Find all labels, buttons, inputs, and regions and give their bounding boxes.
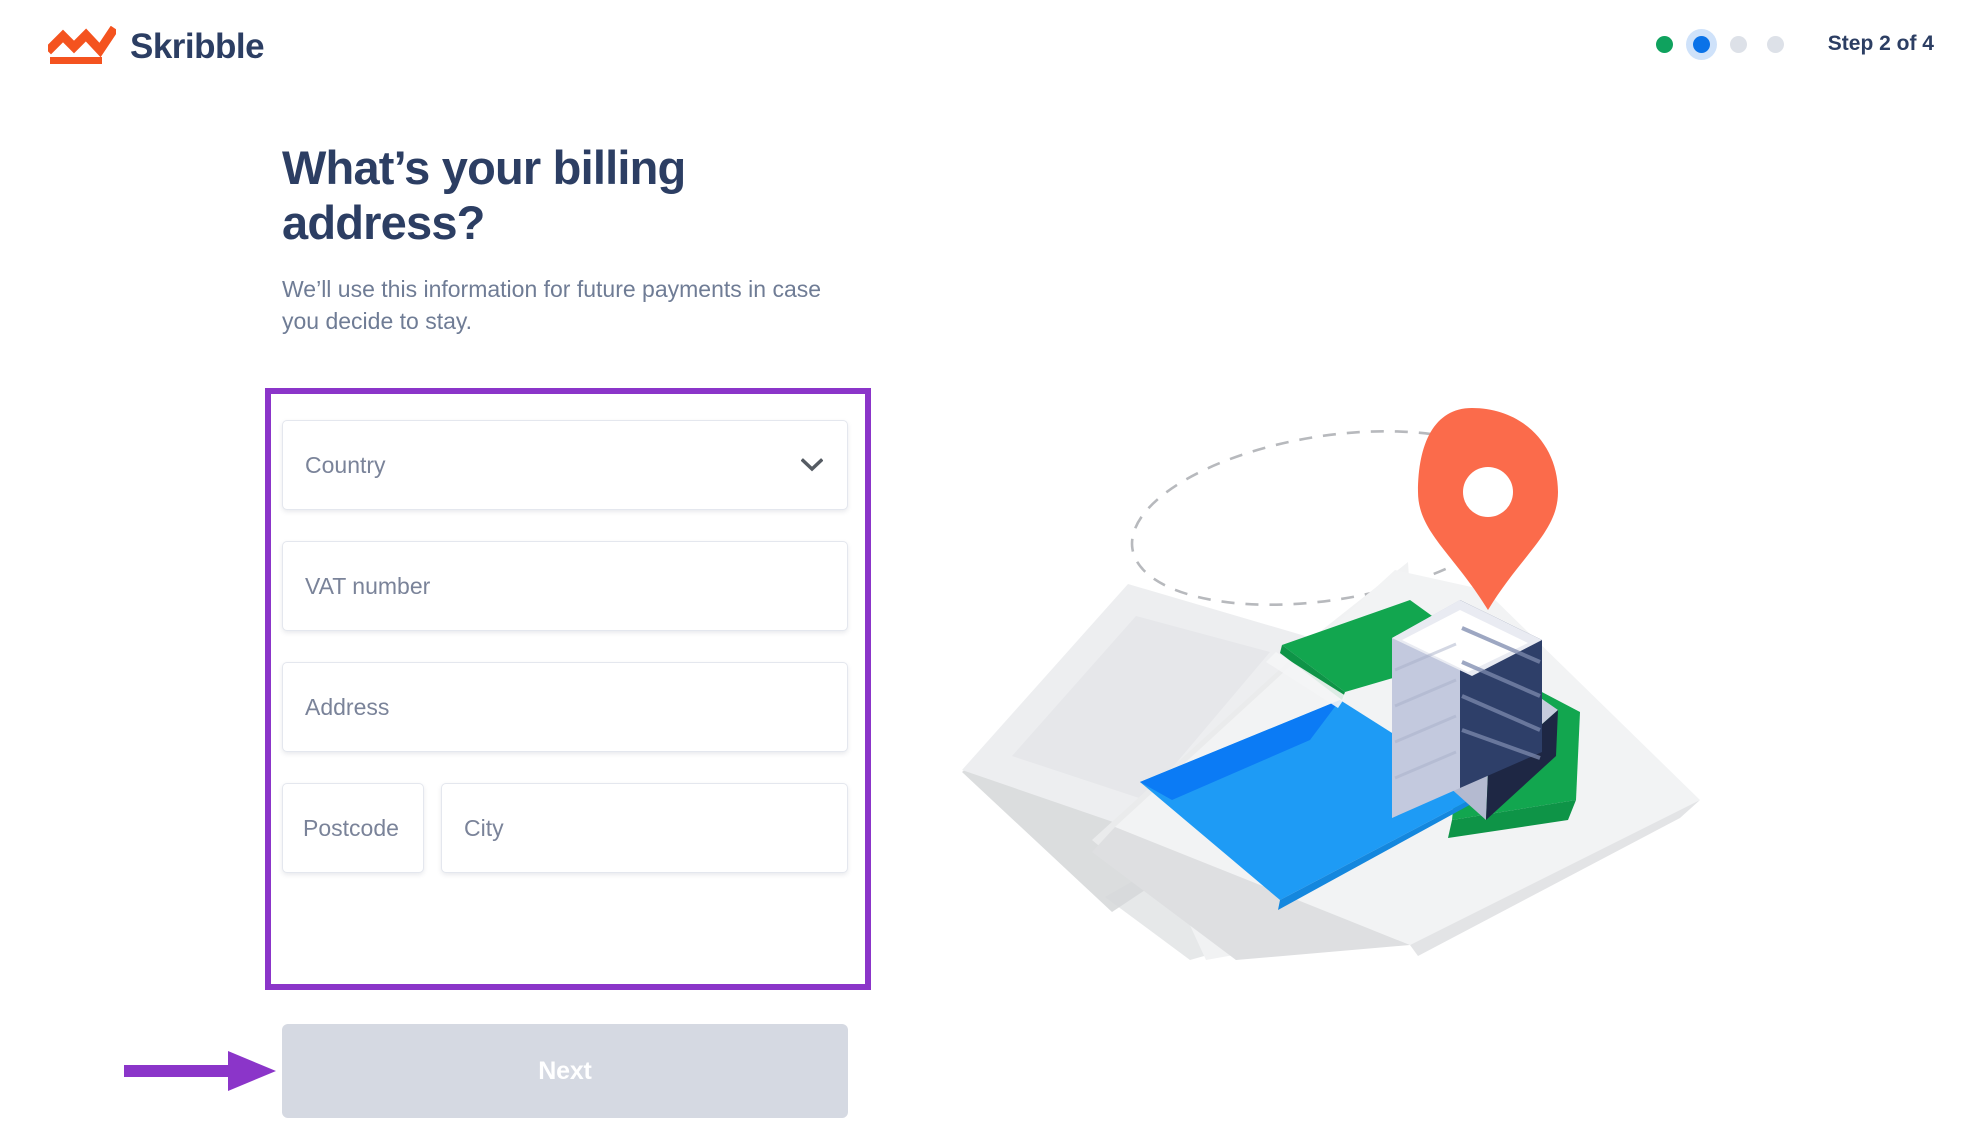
onboarding-billing-address-page: Skribble Step 2 of 4 What’s your billing… xyxy=(0,0,1982,1125)
page-header: Skribble Step 2 of 4 xyxy=(0,0,1982,118)
step-indicator: Step 2 of 4 xyxy=(1655,32,1934,56)
skribble-chart-logo-icon xyxy=(48,26,116,64)
vat-number-input[interactable]: VAT number xyxy=(282,541,848,631)
page-subtitle: We’ll use this information for future pa… xyxy=(282,275,822,335)
billing-address-form: Country VAT number Address Postcode City xyxy=(282,420,848,873)
brand-name: Skribble xyxy=(130,26,265,66)
step-counter-label: Step 2 of 4 xyxy=(1827,32,1934,55)
postcode-input[interactable]: Postcode xyxy=(282,783,424,873)
annotation-arrow-icon xyxy=(124,1051,276,1091)
step-dot-4 xyxy=(1766,35,1784,53)
country-placeholder: Country xyxy=(305,451,386,478)
next-button[interactable]: Next xyxy=(282,1024,848,1118)
country-select[interactable]: Country xyxy=(282,420,848,510)
city-placeholder: City xyxy=(464,814,504,841)
location-pin-icon xyxy=(1418,408,1558,610)
brand-logo[interactable]: Skribble xyxy=(48,26,265,66)
city-input[interactable]: City xyxy=(441,783,848,873)
chevron-down-icon xyxy=(801,458,823,472)
step-dots xyxy=(1655,35,1784,53)
isometric-map-illustration xyxy=(962,408,1700,960)
step-dot-3 xyxy=(1729,35,1747,53)
vat-number-placeholder: VAT number xyxy=(305,572,431,599)
form-intro: What’s your billing address? We’ll use t… xyxy=(282,140,848,337)
postcode-city-row: Postcode City xyxy=(282,783,848,873)
postcode-placeholder: Postcode xyxy=(303,814,399,841)
step-dot-2-current xyxy=(1692,35,1710,53)
step-dot-1 xyxy=(1655,35,1673,53)
address-input[interactable]: Address xyxy=(282,662,848,752)
page-title: What’s your billing address? xyxy=(282,141,686,250)
address-placeholder: Address xyxy=(305,693,390,720)
